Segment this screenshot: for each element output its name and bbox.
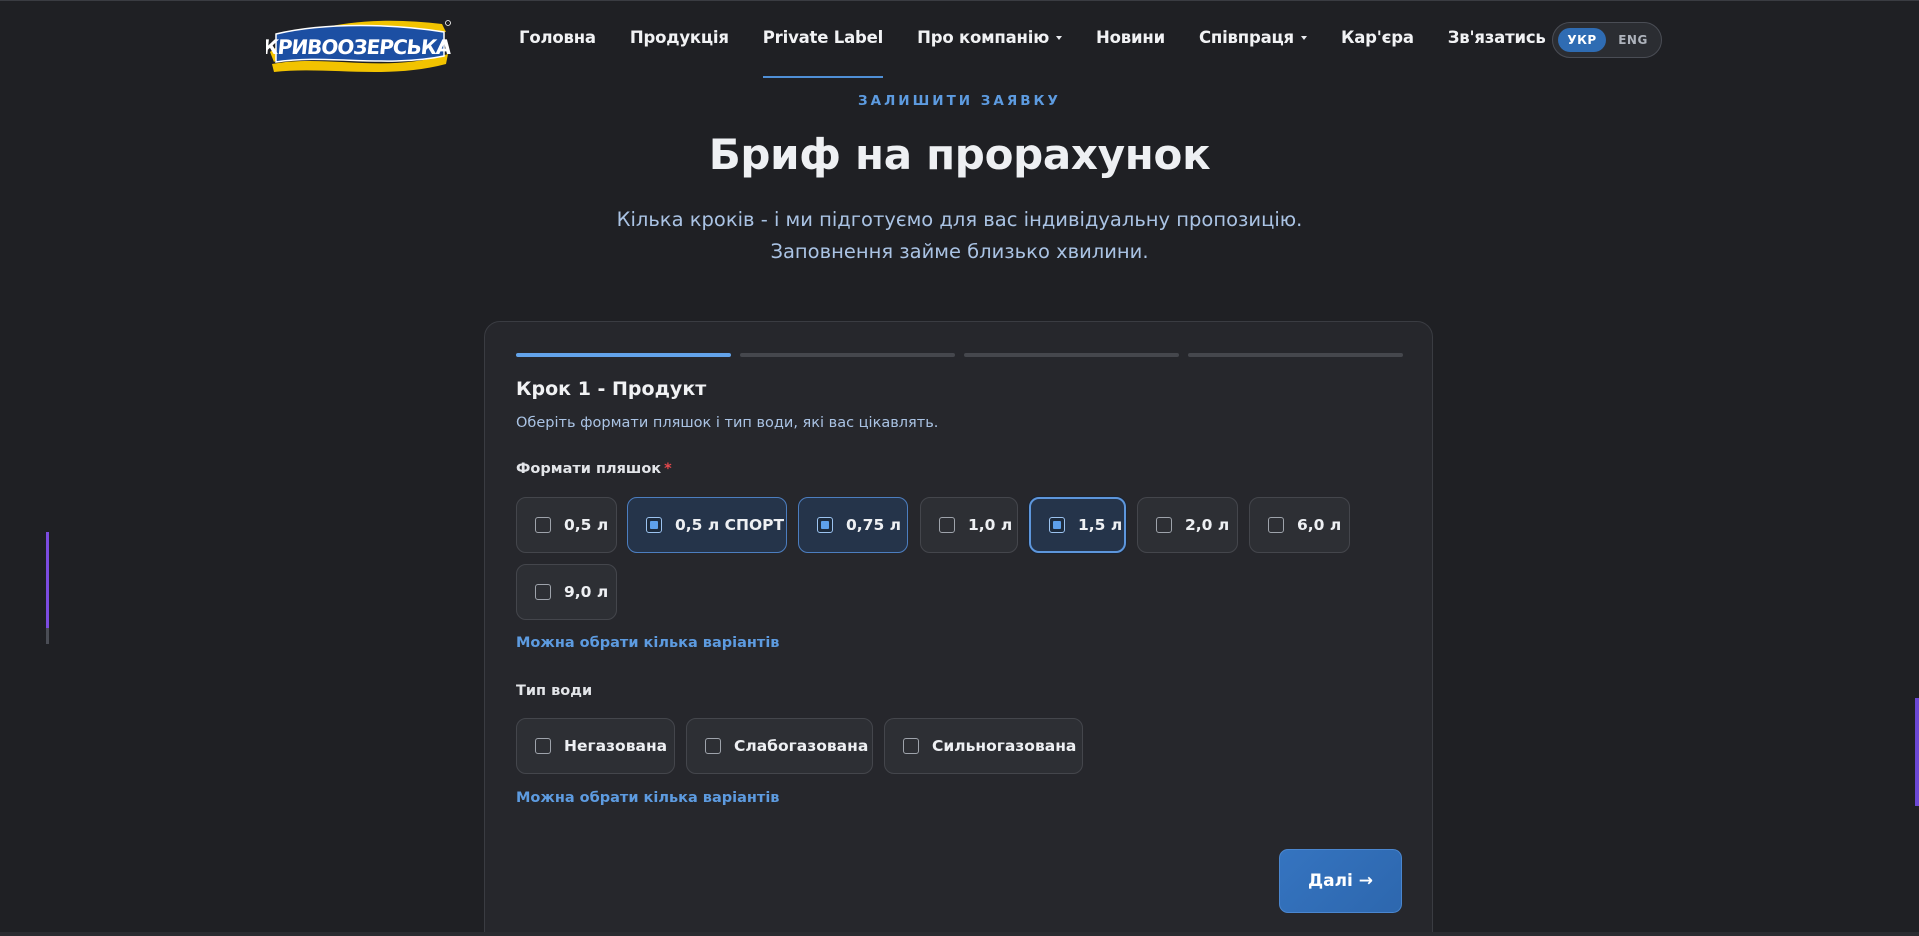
page-subtitle: Кілька кроків - і ми підготуємо для вас … [0,204,1919,268]
bottle-option-label: 1,5 л [1078,516,1123,534]
bottle-option-label: 0,5 л [564,516,609,534]
bottle-option[interactable]: 0,75 л [798,497,908,553]
chevron-down-icon [1300,35,1307,40]
progress-step-2 [740,353,955,357]
bottle-option-label: 9,0 л [564,583,609,601]
subtitle-line-2: Заповнення займе близько хвилини. [770,240,1149,263]
chevron-down-icon [1056,35,1063,40]
bottle-formats-label: Формати пляшок * [516,461,672,477]
water-option[interactable]: Сильногазована [884,718,1083,774]
checkbox[interactable] [535,584,551,600]
bottle-option-label: 0,75 л [846,516,901,534]
nav-career[interactable]: Кар'єра [1341,26,1414,50]
page-title: Бриф на прорахунок [708,130,1211,179]
bottle-option-label: 0,5 л СПОРТ [675,516,785,534]
water-option[interactable]: Слабогазована [686,718,873,774]
water-type-label: Тип води [516,683,593,699]
step-progress [516,353,1403,357]
checkbox[interactable] [817,517,833,533]
checkbox[interactable] [1268,517,1284,533]
step-title: Крок 1 - Продукт [516,378,707,400]
next-button[interactable]: Далі → [1279,849,1402,913]
site-header: КРИВООЗЕРСЬКА Головна Продукція Private … [0,0,1919,80]
scroll-indicator [46,532,49,628]
progress-step-1 [516,353,731,357]
water-option[interactable]: Негазована [516,718,675,774]
checkbox[interactable] [903,738,919,754]
scroll-indicator-track [46,628,49,644]
bottle-option[interactable]: 9,0 л [516,564,617,620]
lang-eng-button[interactable]: ENG [1609,28,1657,52]
bottle-option[interactable]: 1,0 л [920,497,1018,553]
bottle-option[interactable]: 0,5 л [516,497,617,553]
checkbox[interactable] [535,517,551,533]
water-option-label: Слабогазована [734,737,869,755]
water-multi-select-hint: Можна обрати кілька варіантів [516,790,780,806]
nav-contact[interactable]: Зв'язатись [1448,26,1546,50]
nav-private-label[interactable]: Private Label [762,26,884,78]
section-eyebrow: ЗАЛИШИТИ ЗАЯВКУ [858,93,1061,109]
nav-cooperation[interactable]: Співпраця [1199,26,1307,50]
bottle-option[interactable]: 1,5 л [1029,497,1126,553]
main-nav: Головна Продукція Private Label Про комп… [519,26,1580,78]
bottle-option-label: 1,0 л [968,516,1013,534]
bottle-multi-select-hint: Можна обрати кілька варіантів [516,635,780,651]
bottle-option[interactable]: 2,0 л [1137,497,1238,553]
required-mark: * [664,461,672,477]
step-description: Оберіть формати пляшок і тип води, які в… [516,415,939,431]
lang-ukr-button[interactable]: УКР [1558,28,1606,52]
nav-home[interactable]: Головна [519,26,596,50]
water-option-label: Негазована [564,737,668,755]
nav-products[interactable]: Продукція [630,26,729,50]
subtitle-line-1: Кілька кроків - і ми підготуємо для вас … [616,208,1303,231]
bottle-option-label: 2,0 л [1185,516,1230,534]
progress-step-4 [1188,353,1403,357]
bottle-option-label: 6,0 л [1297,516,1342,534]
svg-text:КРИВООЗЕРСЬКА: КРИВООЗЕРСЬКА [266,35,452,59]
language-switcher: УКР ENG [1552,22,1662,58]
bottle-option[interactable]: 6,0 л [1249,497,1350,553]
progress-step-3 [964,353,1179,357]
checkbox[interactable] [646,517,662,533]
water-option-label: Сильногазована [932,737,1077,755]
nav-about[interactable]: Про компанію [917,26,1063,50]
checkbox[interactable] [1049,517,1065,533]
checkbox[interactable] [1156,517,1172,533]
side-accent-bar [1915,698,1919,806]
nav-news[interactable]: Новини [1096,26,1165,50]
checkbox[interactable] [939,517,955,533]
brand-logo[interactable]: КРИВООЗЕРСЬКА [266,14,452,76]
checkbox[interactable] [535,738,551,754]
checkbox[interactable] [705,738,721,754]
bottom-border [0,932,1919,936]
bottle-option[interactable]: 0,5 л СПОРТ [627,497,787,553]
page: { "header": { "logo_text": "КРИВООЗЕРСЬК… [0,0,1919,936]
brief-form-card: Крок 1 - Продукт Оберіть формати пляшок … [484,321,1433,936]
